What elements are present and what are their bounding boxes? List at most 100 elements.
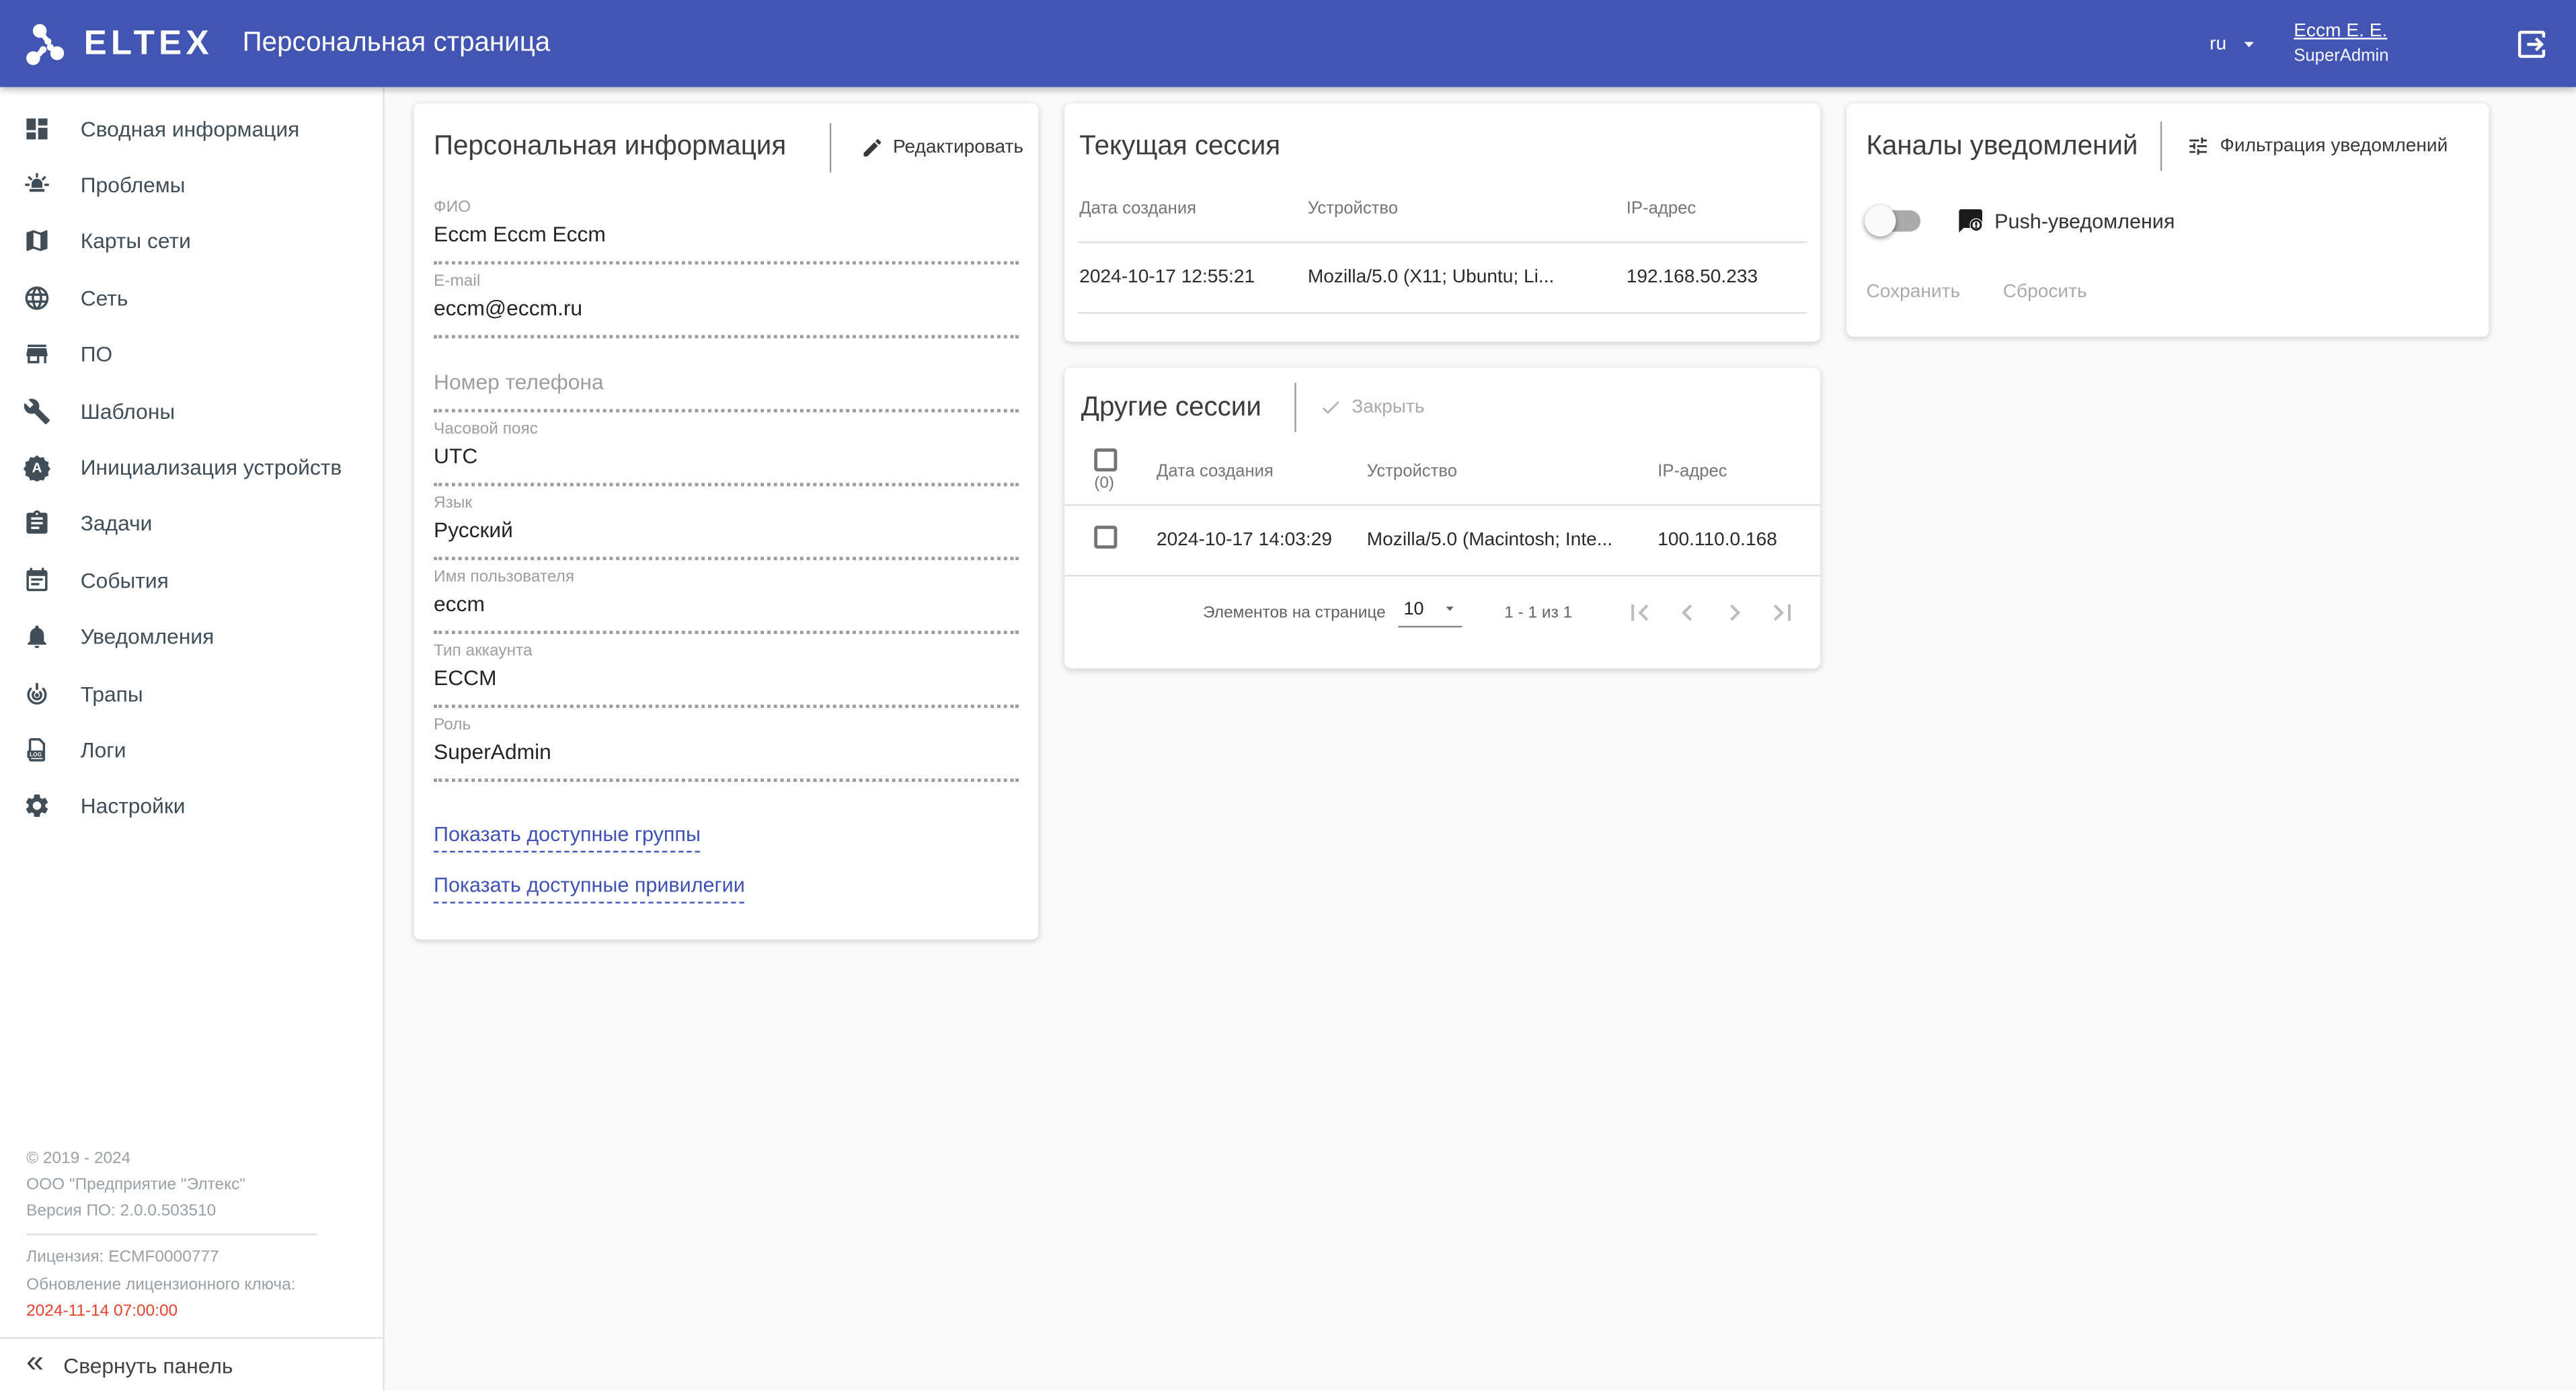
collapse-panel-button[interactable]: « Свернуть панель [0, 1337, 383, 1391]
globe-icon [23, 284, 51, 312]
select-all-cell: (0) [1094, 448, 1157, 493]
field-language: Язык Русский [434, 494, 1019, 560]
license-update-label: Обновление лицензионного ключа: [26, 1274, 356, 1296]
field-label: Часовой пояс [434, 420, 1019, 438]
page-range: 1 - 1 из 1 [1504, 604, 1572, 622]
tune-icon [2187, 134, 2210, 157]
toggle-knob [1865, 205, 1896, 236]
vertical-divider [829, 122, 830, 171]
copyright-text: © 2019 - 2024 [26, 1148, 356, 1170]
row-checkbox[interactable] [1094, 525, 1117, 548]
current-session-table-header: Дата создания Устройство IP-адрес [1078, 175, 1807, 243]
column-header-created: Дата создания [1079, 199, 1308, 218]
sidebar-item-label: Уведомления [81, 625, 214, 649]
sidebar-item-notifications[interactable]: Уведомления [0, 608, 383, 665]
logout-button[interactable] [2513, 26, 2550, 62]
sessions-column: Текущая сессия Дата создания Устройство … [1064, 104, 1820, 668]
chevron-down-icon [2238, 32, 2261, 55]
brand: ELTEX [23, 17, 212, 70]
user-role: SuperAdmin [2294, 44, 2388, 68]
sidebar-item-events[interactable]: События [0, 552, 383, 608]
clipboard-icon [23, 510, 51, 538]
save-button[interactable]: Сохранить [1867, 282, 1961, 302]
cell-ip: 100.110.0.168 [1657, 530, 1791, 550]
page-title: Персональная страница [243, 28, 551, 59]
version-text: Версия ПО: 2.0.0.503510 [26, 1201, 356, 1223]
row-checkbox-cell [1094, 525, 1157, 556]
sidebar-item-label: Логи [81, 738, 126, 762]
field-value: eccm [434, 592, 1019, 635]
company-text: ООО "Предприятие "Элтекс" [26, 1175, 356, 1196]
sidebar-item-label: Проблемы [81, 173, 186, 198]
close-sessions-button[interactable]: Закрыть [1319, 396, 1424, 419]
selected-count: (0) [1094, 475, 1114, 493]
current-session-row: 2024-10-17 12:55:21 Mozilla/5.0 (X11; Ub… [1078, 243, 1807, 314]
footer-divider [26, 1234, 317, 1236]
column-header-ip: IP-адрес [1627, 199, 1805, 218]
language-selector[interactable]: ru [2210, 32, 2261, 55]
chevron-right-icon [1719, 596, 1752, 629]
current-session-card: Текущая сессия Дата создания Устройство … [1064, 104, 1820, 342]
filter-notifications-button[interactable]: Фильтрация уведомлений [2187, 134, 2448, 157]
edit-button[interactable]: Редактировать [860, 136, 1023, 159]
show-privileges-link[interactable]: Показать доступные привилегии [434, 874, 745, 904]
notification-channels-title: Каналы уведомлений [1867, 130, 2138, 161]
other-session-row: 2024-10-17 14:03:29 Mozilla/5.0 (Macinto… [1064, 506, 1820, 577]
column-header-created: Дата создания [1157, 461, 1367, 480]
sidebar-item-label: Карты сети [81, 229, 191, 254]
personal-links: Показать доступные группы Показать досту… [434, 790, 1019, 904]
bell-icon [23, 623, 51, 651]
vertical-divider [2161, 122, 2162, 171]
sidebar-item-settings[interactable]: Настройки [0, 778, 383, 834]
push-toggle[interactable] [1871, 210, 1920, 232]
first-page-button[interactable] [1618, 592, 1662, 635]
show-groups-link[interactable]: Показать доступные группы [434, 823, 701, 852]
sidebar-item-tasks[interactable]: Задачи [0, 495, 383, 552]
sidebar-item-label: Шаблоны [81, 399, 175, 424]
sidebar-item-device-init[interactable]: A Инициализация устройств [0, 439, 383, 495]
field-label: Роль [434, 716, 1019, 734]
brand-text: ELTEX [84, 24, 213, 63]
items-per-page-value: 10 [1404, 599, 1424, 619]
personal-info-card: Персональная информация Редактировать ФИ… [414, 104, 1038, 940]
sidebar-item-label: Инициализация устройств [81, 455, 342, 480]
field-role: Роль SuperAdmin [434, 716, 1019, 782]
close-sessions-label: Закрыть [1352, 397, 1424, 417]
items-per-page-select[interactable]: 10 [1399, 599, 1461, 627]
personal-info-title: Персональная информация [434, 131, 786, 162]
app-root: ELTEX Персональная страница ru Eccm E. E… [0, 0, 2576, 1391]
language-value: ru [2210, 34, 2226, 53]
field-account-type: Тип аккаунта ECCM [434, 642, 1019, 708]
sidebar-item-summary[interactable]: Сводная информация [0, 100, 383, 157]
sidebar-item-traps[interactable]: Трапы [0, 665, 383, 721]
next-page-button[interactable] [1713, 592, 1756, 635]
sidebar-item-label: Настройки [81, 794, 186, 819]
sidebar-item-network[interactable]: Сеть [0, 270, 383, 326]
field-label: Язык [434, 494, 1019, 512]
sidebar-item-templates[interactable]: Шаблоны [0, 383, 383, 439]
sidebar-item-problems[interactable]: Проблемы [0, 157, 383, 213]
personal-fields: ФИО Eccm Eccm Eccm E-mail eccm@eccm.ru Н… [434, 181, 1019, 782]
select-all-checkbox[interactable] [1094, 448, 1117, 471]
sidebar-item-software[interactable]: ПО [0, 326, 383, 383]
field-label: ФИО [434, 199, 1019, 217]
prev-page-button[interactable] [1666, 592, 1709, 635]
column-header-device: Устройство [1308, 199, 1627, 218]
user-name-link[interactable]: Eccm E. E. [2294, 19, 2388, 44]
wrench-icon [23, 397, 51, 425]
push-toggle-label: Push-уведомления [1994, 210, 2175, 233]
map-icon [23, 227, 51, 255]
collapse-panel-label: Свернуть панель [63, 1353, 233, 1378]
user-menu[interactable]: Eccm E. E. SuperAdmin [2294, 19, 2388, 68]
field-timezone: Часовой пояс UTC [434, 420, 1019, 486]
pencil-icon [860, 136, 883, 159]
last-page-button[interactable] [1761, 592, 1804, 635]
sidebar-item-network-maps[interactable]: Карты сети [0, 213, 383, 270]
field-value: ECCM [434, 666, 1019, 709]
reset-button[interactable]: Сбросить [2003, 282, 2087, 302]
badge-a-icon: A [23, 453, 51, 481]
cell-created: 2024-10-17 12:55:21 [1079, 268, 1308, 287]
field-username: Имя пользователя eccm [434, 568, 1019, 634]
chevron-down-icon [1440, 600, 1458, 618]
sidebar-item-logs[interactable]: LOG Логи [0, 721, 383, 778]
